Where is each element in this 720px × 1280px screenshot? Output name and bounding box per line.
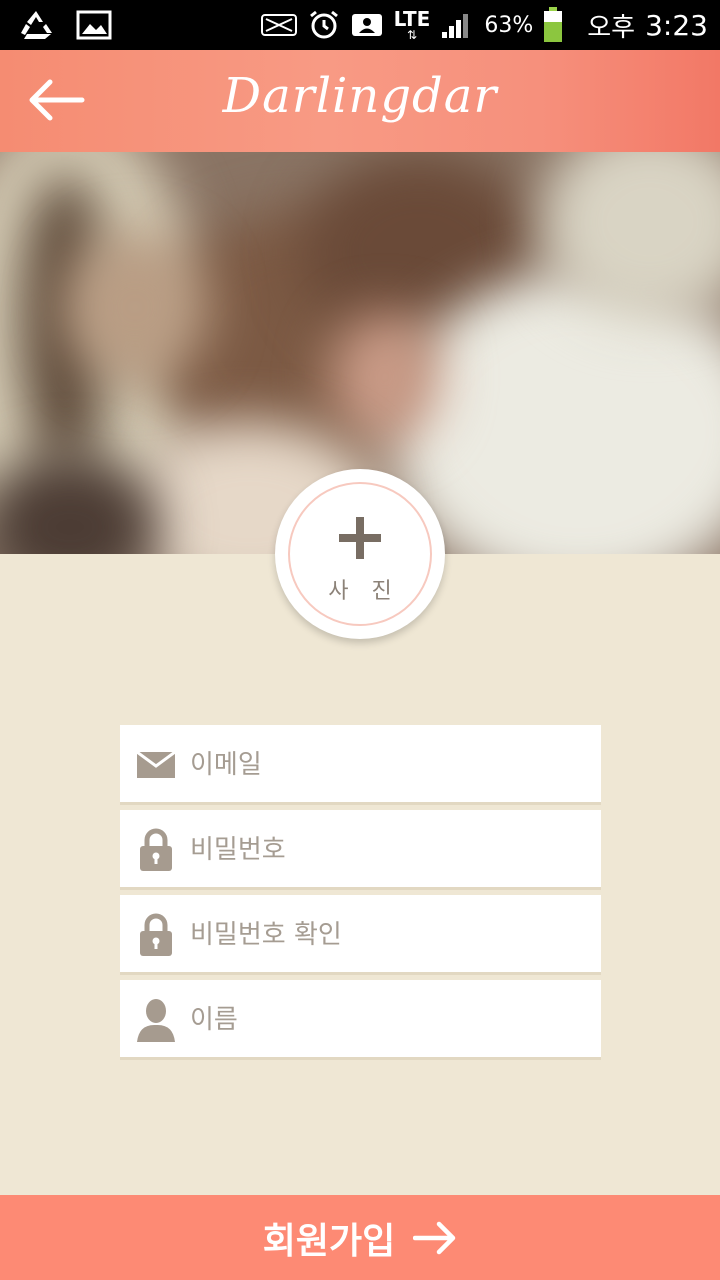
signal-icon <box>440 10 474 40</box>
email-field[interactable] <box>120 725 601 805</box>
battery-percent: 63% <box>484 12 534 38</box>
network-indicator: LTE ⇅ <box>394 9 431 41</box>
clock-ampm: 오후 <box>587 12 636 43</box>
password-input[interactable] <box>190 830 591 870</box>
arrow-right-icon <box>413 1221 456 1254</box>
password-confirm-input[interactable] <box>190 915 591 955</box>
app-header: Darlingdar <box>0 50 720 152</box>
lock-icon <box>136 810 176 890</box>
email-input[interactable] <box>190 745 591 785</box>
name-field[interactable] <box>120 980 601 1060</box>
app-title: Darlingdar <box>222 68 498 124</box>
password-confirm-field[interactable] <box>120 895 601 975</box>
add-photo-button[interactable]: 사 진 <box>275 469 445 639</box>
battery-icon <box>543 7 563 43</box>
contacts-icon <box>350 11 384 39</box>
network-type: LTE <box>393 7 431 31</box>
clock-time: 3:23 <box>645 8 708 42</box>
name-input[interactable] <box>190 1000 591 1040</box>
image-icon <box>76 10 112 40</box>
lock-icon <box>136 895 176 975</box>
signup-form <box>120 725 601 1065</box>
signup-button[interactable]: 회원가입 <box>0 1195 720 1280</box>
alarm-icon <box>308 9 340 41</box>
status-bar: LTE ⇅ 63% 오후 3:23 <box>0 0 720 50</box>
plus-icon <box>339 517 381 559</box>
signup-label: 회원가입 <box>262 1220 396 1262</box>
envelope-icon <box>136 725 176 805</box>
nfc-icon <box>260 11 298 39</box>
data-activity-icon: ⇅ <box>406 28 418 42</box>
person-icon <box>136 980 176 1060</box>
signup-screen: LTE ⇅ 63% 오후 3:23 Darlingdar 사 진 이메일 이름 … <box>0 0 720 1280</box>
password-field[interactable] <box>120 810 601 890</box>
photo-label: 사 진 <box>328 579 400 604</box>
recycle-icon <box>16 8 56 42</box>
